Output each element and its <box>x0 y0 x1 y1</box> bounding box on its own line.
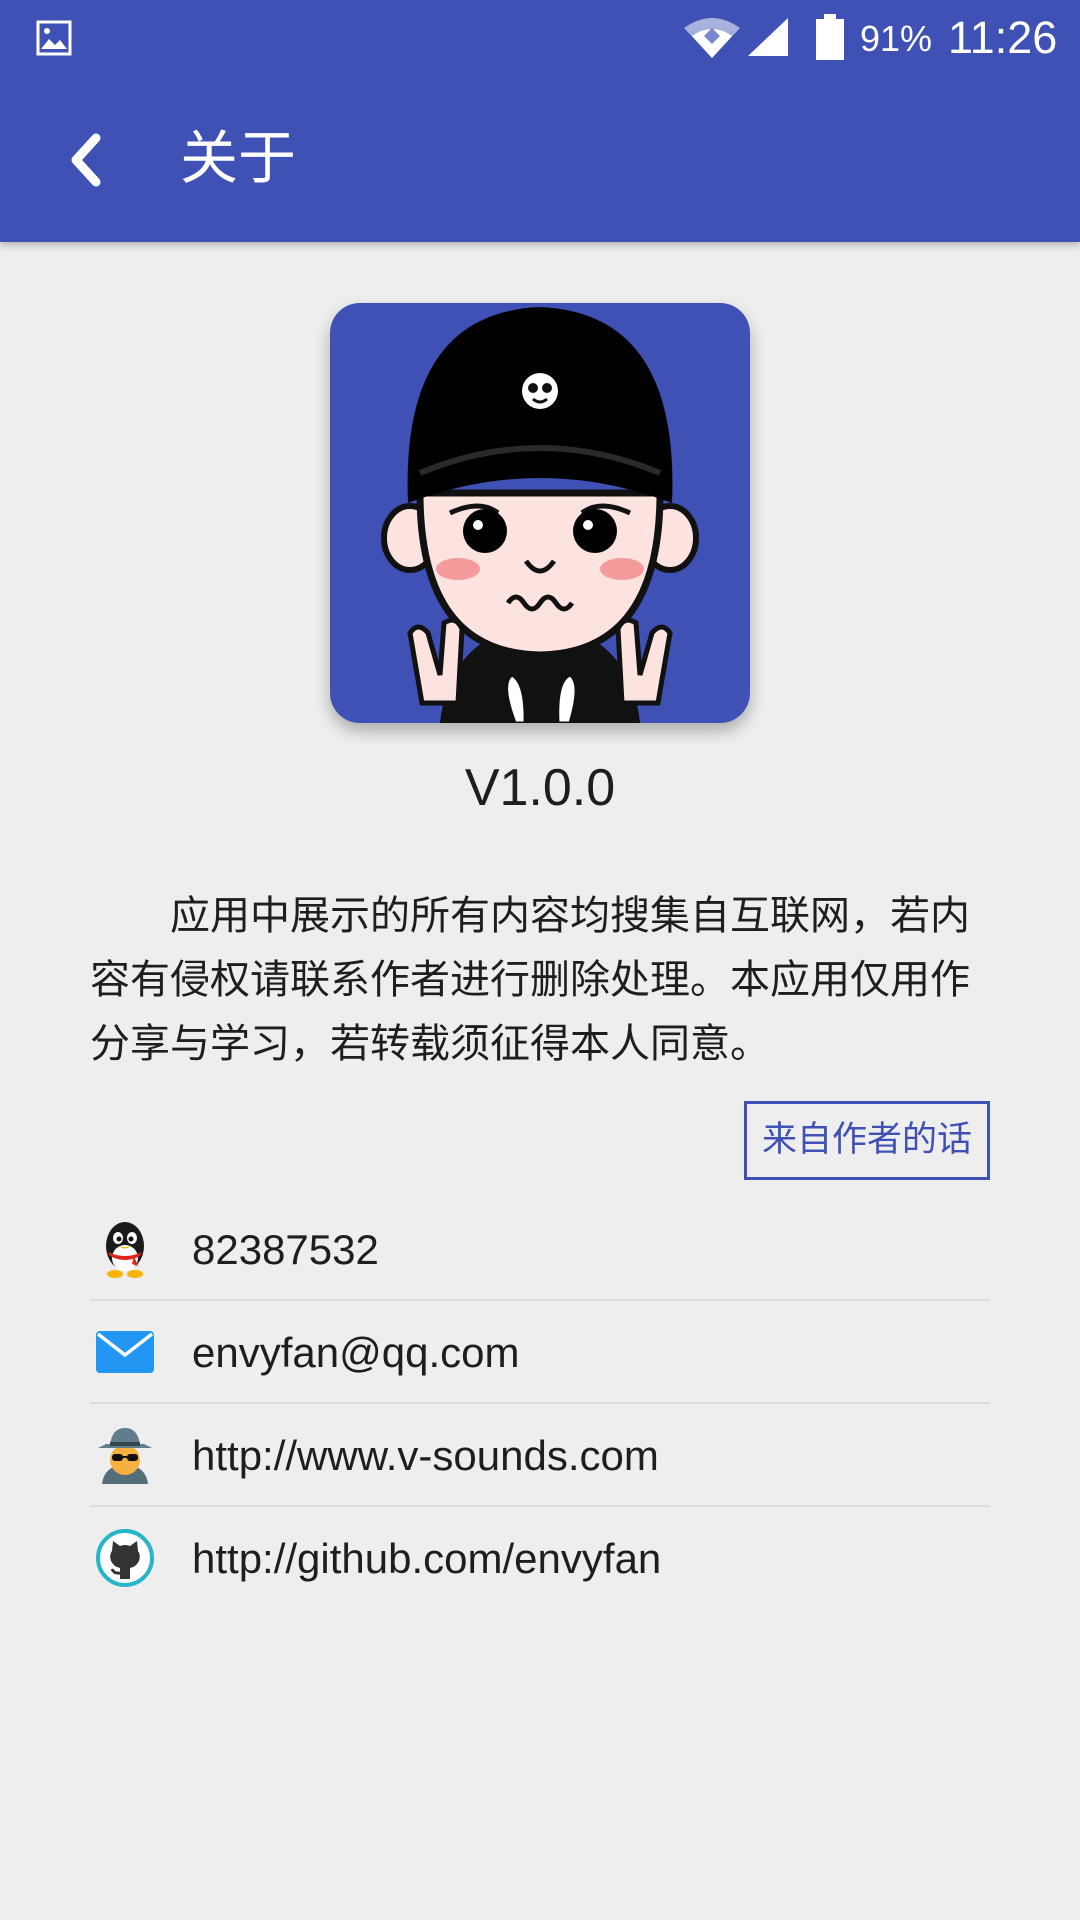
app-version: V1.0.0 <box>464 759 616 817</box>
back-arrow-icon <box>71 133 101 187</box>
page-title: 关于 <box>180 124 297 192</box>
author-words-button[interactable]: 来自作者的话 <box>744 1101 990 1180</box>
clock: 11:26 <box>948 12 1058 63</box>
contact-website: http://www.v-sounds.com <box>192 1432 659 1479</box>
spy-icon <box>98 1428 152 1484</box>
app-description: 应用中展示的所有内容均搜集自互联网，若内容有侵权请联系作者进行删除处理。本应用仅… <box>90 893 970 1067</box>
battery-icon <box>816 14 844 60</box>
app-avatar <box>330 303 750 723</box>
gallery-icon <box>36 20 72 56</box>
app-toolbar: 关于 <box>0 78 1080 242</box>
back-button[interactable] <box>40 112 136 208</box>
wifi-icon <box>684 18 740 58</box>
contact-row-email[interactable]: envyfan@qq.com <box>90 1301 990 1404</box>
github-icon <box>96 1529 154 1587</box>
contact-qq-number: 82387532 <box>192 1226 379 1273</box>
status-bar: 91% 11:26 <box>0 0 1080 78</box>
email-icon <box>96 1331 154 1373</box>
qq-penguin-icon <box>106 1222 144 1278</box>
cartoon-avatar-icon <box>381 307 699 723</box>
contact-row-github[interactable]: http://github.com/envyfan <box>90 1507 990 1610</box>
contact-github: http://github.com/envyfan <box>192 1535 662 1582</box>
contact-email: envyfan@qq.com <box>192 1329 520 1376</box>
contact-row-qq[interactable]: 82387532 <box>90 1198 990 1301</box>
battery-percent: 91% <box>860 18 933 59</box>
contact-row-website[interactable]: http://www.v-sounds.com <box>90 1404 990 1507</box>
signal-icon <box>748 18 788 56</box>
contact-list: 82387532 envyfan@qq.com http://www.v-sou… <box>90 1198 990 1610</box>
